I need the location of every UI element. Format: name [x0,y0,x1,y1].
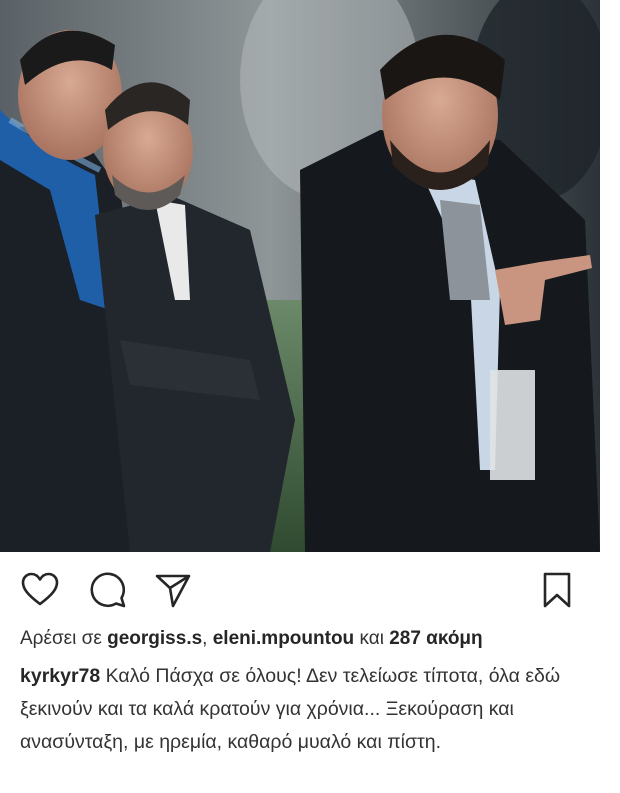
likes-separator: , [202,628,213,649]
instagram-post: Αρέσει σε georgiss.s, eleni.mpountou και… [0,0,620,793]
caption-text: Καλό Πάσχα σε όλους! Δεν τελείωσε τίποτα… [20,665,561,753]
liker-username-1[interactable]: georgiss.s [107,628,202,649]
likes-prefix: Αρέσει σε [20,628,108,649]
comment-icon[interactable] [88,570,128,610]
share-icon[interactable] [153,570,193,610]
likes-summary[interactable]: Αρέσει σε georgiss.s, eleni.mpountou και… [20,626,610,652]
post-actions [0,560,600,620]
photo-illustration [0,0,600,552]
post-caption: kyrkyr78 Καλό Πάσχα σε όλους! Δεν τελείω… [20,660,580,759]
heart-icon[interactable] [20,570,60,610]
likes-conjunction: και [354,628,390,649]
post-photo[interactable] [0,0,600,552]
bookmark-icon[interactable] [537,570,577,610]
caption-username[interactable]: kyrkyr78 [20,665,100,687]
likes-more-count[interactable]: 287 ακόμη [389,628,482,649]
liker-username-2[interactable]: eleni.mpountou [213,628,354,649]
